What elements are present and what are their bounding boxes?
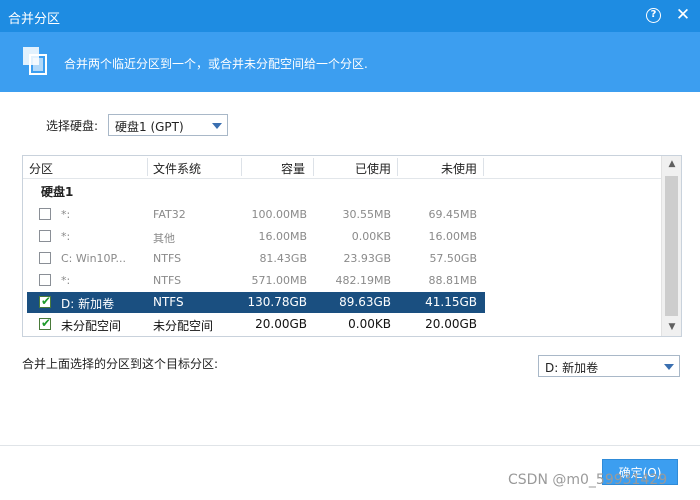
chevron-down-icon xyxy=(664,364,674,370)
cell-used: 23.93GB xyxy=(343,252,391,265)
table-row[interactable]: C: Win10P... NTFS 81.43GB 23.93GB 57.50GB xyxy=(27,248,485,269)
cell-unused: 88.81MB xyxy=(428,274,477,287)
partition-checkbox[interactable] xyxy=(39,274,51,286)
cell-partition: 未分配空间 xyxy=(61,319,122,333)
close-icon[interactable]: ✕ xyxy=(674,5,692,25)
column-divider xyxy=(313,158,314,176)
title-bar: 合并分区 ? ✕ xyxy=(0,0,700,32)
table-row[interactable]: ✔ D: 新加卷 NTFS 130.78GB 89.63GB 41.15GB xyxy=(27,292,485,313)
cell-unused: 57.50GB xyxy=(429,252,477,265)
cell-fs: 其他 xyxy=(153,232,175,245)
vertical-scrollbar[interactable]: ▲ ▼ xyxy=(661,156,681,336)
scroll-down-icon[interactable]: ▼ xyxy=(662,319,681,336)
checkmark-icon: ✔ xyxy=(41,294,52,308)
cell-fs: FAT32 xyxy=(153,208,186,221)
cell-used: 0.00KB xyxy=(348,317,391,331)
column-header-partition[interactable]: 分区 xyxy=(29,160,53,177)
chevron-down-icon xyxy=(212,123,222,129)
help-icon[interactable]: ? xyxy=(646,8,661,23)
watermark: CSDN @m0_59931429 xyxy=(508,472,668,488)
partition-checkbox[interactable] xyxy=(39,208,51,220)
disk-select-dropdown[interactable]: 硬盘1 (GPT) xyxy=(108,114,228,136)
cell-partition: *: xyxy=(61,274,71,287)
footer-divider xyxy=(0,445,700,446)
scroll-up-icon[interactable]: ▲ xyxy=(662,156,681,173)
cell-capacity: 16.00MB xyxy=(258,230,307,243)
cell-capacity: 130.78GB xyxy=(247,295,307,309)
cell-unused: 16.00MB xyxy=(428,230,477,243)
cell-partition: D: 新加卷 xyxy=(61,297,115,311)
partition-checkbox[interactable] xyxy=(39,252,51,264)
column-divider xyxy=(397,158,398,176)
column-header-unused[interactable]: 未使用 xyxy=(441,160,477,177)
cell-fs: 未分配空间 xyxy=(153,319,214,333)
target-partition-value: D: 新加卷 xyxy=(545,361,599,375)
target-partition-label: 合并上面选择的分区到这个目标分区: xyxy=(22,357,219,371)
column-header-filesystem[interactable]: 文件系统 xyxy=(153,160,201,177)
target-partition-dropdown[interactable]: D: 新加卷 xyxy=(538,355,680,377)
table-header: 分区 文件系统 容量 已使用 未使用 xyxy=(23,156,661,179)
checkmark-icon: ✔ xyxy=(41,316,52,330)
cell-unused: 41.15GB xyxy=(425,295,477,309)
cell-partition: C: Win10P... xyxy=(61,252,126,265)
cell-capacity: 20.00GB xyxy=(255,317,307,331)
partition-table: 分区 文件系统 容量 已使用 未使用 硬盘1 *: FAT32 100.00MB 30… xyxy=(22,155,682,337)
column-divider xyxy=(241,158,242,176)
cell-used: 30.55MB xyxy=(342,208,391,221)
info-banner: 合并两个临近分区到一个，或合并未分配空间给一个分区. xyxy=(0,32,700,92)
cell-partition: *: xyxy=(61,230,71,243)
column-divider xyxy=(147,158,148,176)
disk-group-header: 硬盘1 xyxy=(41,185,74,199)
cell-partition: *: xyxy=(61,208,71,221)
partition-checkbox[interactable]: ✔ xyxy=(39,294,52,308)
table-row[interactable]: *: FAT32 100.00MB 30.55MB 69.45MB xyxy=(27,204,485,225)
cell-unused: 69.45MB xyxy=(428,208,477,221)
cell-capacity: 100.00MB xyxy=(251,208,307,221)
column-header-used[interactable]: 已使用 xyxy=(355,160,391,177)
cell-fs: NTFS xyxy=(153,295,184,309)
disk-select-value: 硬盘1 (GPT) xyxy=(115,120,184,134)
banner-description: 合并两个临近分区到一个，或合并未分配空间给一个分区. xyxy=(64,57,368,71)
cell-fs: NTFS xyxy=(153,252,182,265)
column-header-capacity[interactable]: 容量 xyxy=(281,160,305,177)
cell-fs: NTFS xyxy=(153,274,182,287)
disk-select-label: 选择硬盘: xyxy=(46,119,99,133)
partition-checkbox[interactable]: ✔ xyxy=(39,316,52,330)
cell-unused: 20.00GB xyxy=(425,317,477,331)
column-divider xyxy=(483,158,484,176)
cell-capacity: 81.43GB xyxy=(259,252,307,265)
partition-checkbox[interactable] xyxy=(39,230,51,242)
cell-used: 482.19MB xyxy=(335,274,391,287)
cell-used: 89.63GB xyxy=(339,295,391,309)
table-row[interactable]: ✔ 未分配空间 未分配空间 20.00GB 0.00KB 20.00GB xyxy=(27,314,485,335)
merge-partition-icon xyxy=(23,47,47,75)
cell-capacity: 571.00MB xyxy=(251,274,307,287)
cell-used: 0.00KB xyxy=(351,230,391,243)
window-title: 合并分区 xyxy=(8,12,61,27)
table-row[interactable]: *: NTFS 571.00MB 482.19MB 88.81MB xyxy=(27,270,485,291)
table-row[interactable]: *: 其他 16.00MB 0.00KB 16.00MB xyxy=(27,226,485,247)
scrollbar-thumb[interactable] xyxy=(665,176,678,316)
